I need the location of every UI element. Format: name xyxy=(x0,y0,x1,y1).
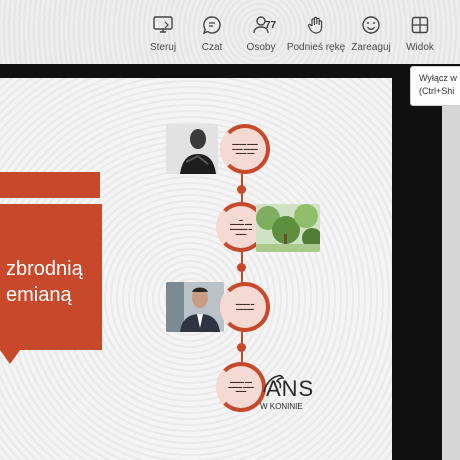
school-logo: ANS W KONINIE xyxy=(256,374,326,420)
node-1-text: ▬▬▬▬ ▬▬▬ ▬▬▬ ▬▬▬▬ ▬▬▬ ▬▬ xyxy=(232,142,258,156)
chat-label: Czat xyxy=(201,42,223,53)
tooltip-line-1: Wyłącz w xyxy=(419,73,457,83)
presentation-slide: zbrodnią emianą ▬▬▬▬ ▬▬▬ ▬▬▬ ▬▬▬▬ ▬▬▬ ▬▬ ▬… xyxy=(0,78,392,460)
raise-hand-label: Podnieś rękę xyxy=(286,42,346,53)
speech-bubble-tail xyxy=(0,350,20,364)
people-button[interactable]: 77 Osoby xyxy=(231,14,291,53)
slide-title-line-1: zbrodnią xyxy=(6,258,83,280)
view-button[interactable]: Widok xyxy=(390,14,450,53)
tooltip: Wyłącz w (Ctrl+Shi xyxy=(410,66,460,106)
portrait-photo-2 xyxy=(166,282,224,332)
logo-subtext: W KONINIE xyxy=(260,402,303,411)
react-smiley-icon xyxy=(360,14,382,36)
monitor-frame-top xyxy=(0,64,460,78)
timeline-node-1: ▬▬▬▬ ▬▬▬ ▬▬▬ ▬▬▬▬ ▬▬▬ ▬▬ xyxy=(220,124,270,174)
view-grid-icon xyxy=(409,14,431,36)
raise-hand-icon xyxy=(305,14,327,36)
slide-red-header xyxy=(0,172,100,198)
meeting-toolbar: Steruj Czat 77 Osoby Podnieś rękę Zareag… xyxy=(0,0,460,64)
people-label: Osoby xyxy=(246,42,276,53)
monitor-frame-right xyxy=(392,78,442,460)
slide-title-box: zbrodnią emianą xyxy=(0,204,102,350)
background-edge xyxy=(442,78,460,460)
participant-count: 77 xyxy=(265,20,277,31)
node-4-text: ▬▬▬▬ ▬▬ ▬▬▬▬ ▬▬▬ ▬▬▬ xyxy=(228,380,254,394)
trees-photo xyxy=(256,204,320,252)
portrait-photo-1 xyxy=(166,124,218,174)
share-label: Steruj xyxy=(149,42,177,53)
timeline-dot-2 xyxy=(237,263,246,272)
timeline-dot-1 xyxy=(237,185,246,194)
node-2-text: ▬ ▬▬▬▬ ▬▬ ▬▬▬▬▬ ▬ ▬▬▬ xyxy=(230,217,252,236)
share-screen-icon xyxy=(152,14,174,36)
view-label: Widok xyxy=(406,42,434,53)
timeline-dot-3 xyxy=(237,343,246,352)
node-3-text: ▬▬▬▬ ▬ ▬▬▬▬▬ xyxy=(235,302,255,311)
raise-hand-button[interactable]: Podnieś rękę xyxy=(286,14,346,53)
logo-text: ANS xyxy=(266,376,315,401)
timeline-node-3: ▬▬▬▬ ▬ ▬▬▬▬▬ xyxy=(220,282,270,332)
tooltip-line-2: (Ctrl+Shi xyxy=(419,86,455,96)
slide-title-line-2: emianą xyxy=(6,284,72,306)
react-label: Zareaguj xyxy=(351,42,391,53)
chat-icon xyxy=(201,14,223,36)
